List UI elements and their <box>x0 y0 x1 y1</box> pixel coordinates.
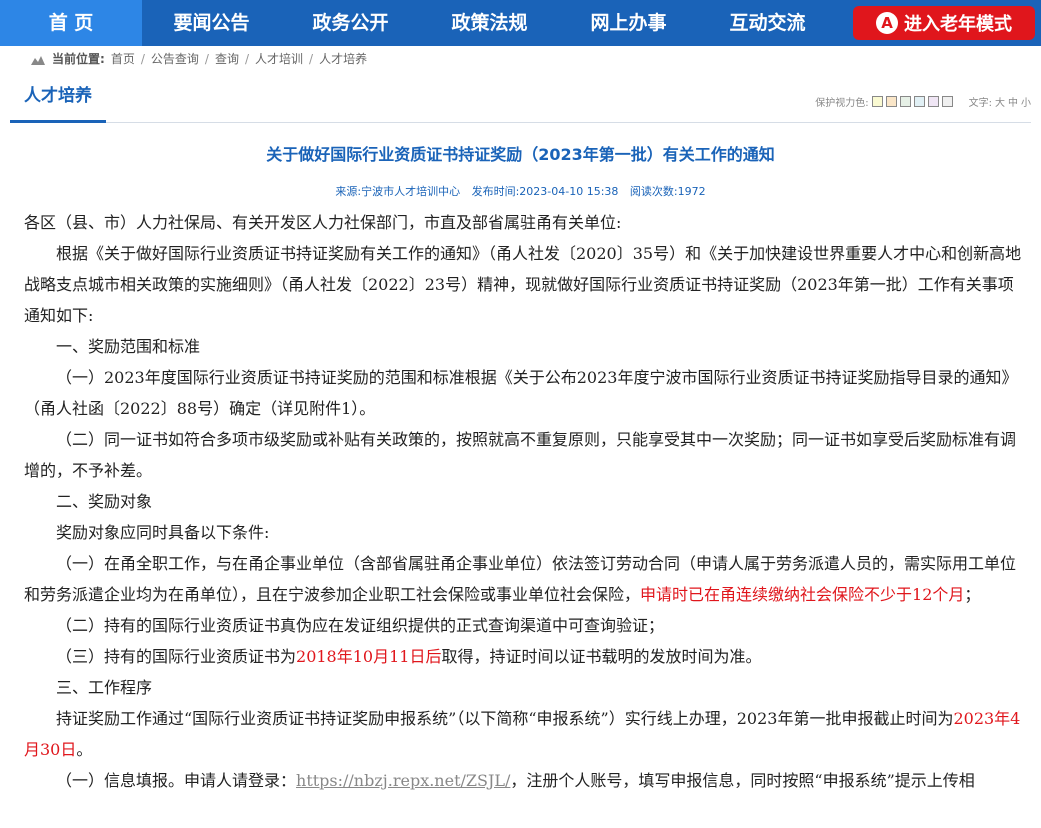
font-size-large[interactable]: 大 <box>995 94 1005 109</box>
section-tab-bar: 人才培养 保护视力色: 文字: 大 中 小 <box>10 72 1031 123</box>
paragraph-text: 取得，持证时间以证书载明的发放时间为准。 <box>441 647 762 666</box>
article-paragraph: 持证奖励工作通过“国际行业资质证书持证奖励申报系统”（以下简称“申报系统”）实行… <box>24 703 1022 765</box>
breadcrumb-query[interactable]: 查询 <box>215 46 239 72</box>
color-swatch-5[interactable] <box>927 96 939 107</box>
article-paragraph: （一）信息填报。申请人请登录：https://nbzj.repx.net/ZSJ… <box>24 765 1022 796</box>
breadcrumb-separator: / <box>244 52 249 66</box>
elder-mode-button[interactable]: A 进入老年模式 <box>853 6 1035 40</box>
elder-mode-label: 进入老年模式 <box>904 14 1012 35</box>
color-swatch-4[interactable] <box>913 96 925 107</box>
section-heading: 二、奖励对象 <box>56 492 153 511</box>
paragraph-text: ，注册个人账号，填写申报信息，同时按照“申报系统”提示上传相 <box>510 771 975 790</box>
paragraph-text: （一）信息填报。申请人请登录： <box>56 771 297 790</box>
color-swatch-6[interactable] <box>941 96 953 107</box>
nav-announcements[interactable]: 要闻公告 <box>142 0 281 46</box>
article-paragraph: （一）2023年度国际行业资质证书持证奖励的范围和标准根据《关于公布2023年度… <box>24 368 1018 418</box>
font-size-medium[interactable]: 中 <box>1008 94 1018 109</box>
color-swatch-1[interactable] <box>871 96 883 107</box>
section-heading: 三、工作程序 <box>56 678 153 697</box>
breadcrumb-label: 当前位置: <box>52 52 105 66</box>
color-swatch-3[interactable] <box>899 96 911 107</box>
color-swatch-2[interactable] <box>885 96 897 107</box>
accessibility-icon: A <box>876 12 898 34</box>
paragraph-text: 。 <box>76 740 93 759</box>
tab-talent-cultivation[interactable]: 人才培养 <box>10 72 106 123</box>
top-navigation: 首 页 要闻公告 政务公开 政策法规 网上办事 互动交流 A 进入老年模式 <box>0 0 1041 46</box>
article-read-count: 阅读次数:1972 <box>629 185 706 198</box>
breadcrumb-separator: / <box>309 52 314 66</box>
article-body: 各区（县、市）人力社保局、有关开发区人力社保部门，市直及部省属驻甬有关单位: 根… <box>24 207 1022 796</box>
nav-online-services[interactable]: 网上办事 <box>559 0 698 46</box>
article-title: 关于做好国际行业资质证书持证奖励（2023年第一批）有关工作的通知 <box>266 145 775 164</box>
paragraph-text: ； <box>964 585 981 604</box>
breadcrumb-announcement-query[interactable]: 公告查询 <box>151 46 199 72</box>
eye-color-label: 保护视力色: <box>815 98 869 109</box>
breadcrumb: 当前位置: 首页 / 公告查询 / 查询 / 人才培训 / 人才培养 <box>0 46 1041 72</box>
breadcrumb-talent-cultivation[interactable]: 人才培养 <box>319 46 367 72</box>
article-meta: 来源:宁波市人才培训中心 发布时间:2023-04-10 15:38 阅读次数:… <box>0 183 1041 199</box>
article-paragraph: （二）持有的国际行业资质证书真伪应在发证组织提供的正式查询渠道中可查询验证； <box>56 616 665 635</box>
breadcrumb-separator: / <box>204 52 209 66</box>
article-paragraph: 各区（县、市）人力社保局、有关开发区人力社保部门，市直及部省属驻甬有关单位: <box>24 213 622 232</box>
article-paragraph: 根据《关于做好国际行业资质证书持证奖励有关工作的通知》（甬人社发〔2020〕35… <box>24 244 1022 325</box>
location-icon <box>31 56 45 65</box>
paragraph-text: 持证奖励工作通过“国际行业资质证书持证奖励申报系统”（以下简称“申报系统”）实行… <box>56 709 954 728</box>
article-paragraph: （三）持有的国际行业资质证书为2018年10月11日后取得，持证时间以证书载明的… <box>24 641 1022 672</box>
article-paragraph: （一）在甬全职工作，与在甬企事业单位（含部省属驻甬企事业单位）依法签订劳动合同（… <box>24 548 1022 610</box>
highlight-text: 申请时已在甬连续缴纳社会保险不少于12个月 <box>640 585 965 604</box>
highlight-text: 2018年10月11日后 <box>296 647 442 666</box>
nav-policies[interactable]: 政策法规 <box>420 0 559 46</box>
reading-tools: 保护视力色: 文字: 大 中 小 <box>815 94 1031 109</box>
paragraph-text: （三）持有的国际行业资质证书为 <box>56 647 297 666</box>
nav-home[interactable]: 首 页 <box>0 0 142 46</box>
section-heading: 一、奖励范围和标准 <box>56 337 201 356</box>
nav-government-affairs[interactable]: 政务公开 <box>281 0 420 46</box>
nav-interaction[interactable]: 互动交流 <box>698 0 837 46</box>
declaration-system-link[interactable]: https://nbzj.repx.net/ZSJL/ <box>296 771 510 790</box>
article-paragraph: 奖励对象应同时具备以下条件: <box>56 523 270 542</box>
breadcrumb-talent-training[interactable]: 人才培训 <box>255 46 303 72</box>
breadcrumb-home[interactable]: 首页 <box>111 46 135 72</box>
article-publish-time: 发布时间:2023-04-10 15:38 <box>471 185 619 198</box>
article-source: 来源:宁波市人才培训中心 <box>335 185 461 198</box>
font-size-small[interactable]: 小 <box>1021 94 1031 109</box>
font-size-label: 文字: <box>968 98 992 109</box>
article-paragraph: （二）同一证书如符合多项市级奖励或补贴有关政策的，按照就高不重复原则，只能享受其… <box>24 430 1017 480</box>
breadcrumb-separator: / <box>140 52 145 66</box>
